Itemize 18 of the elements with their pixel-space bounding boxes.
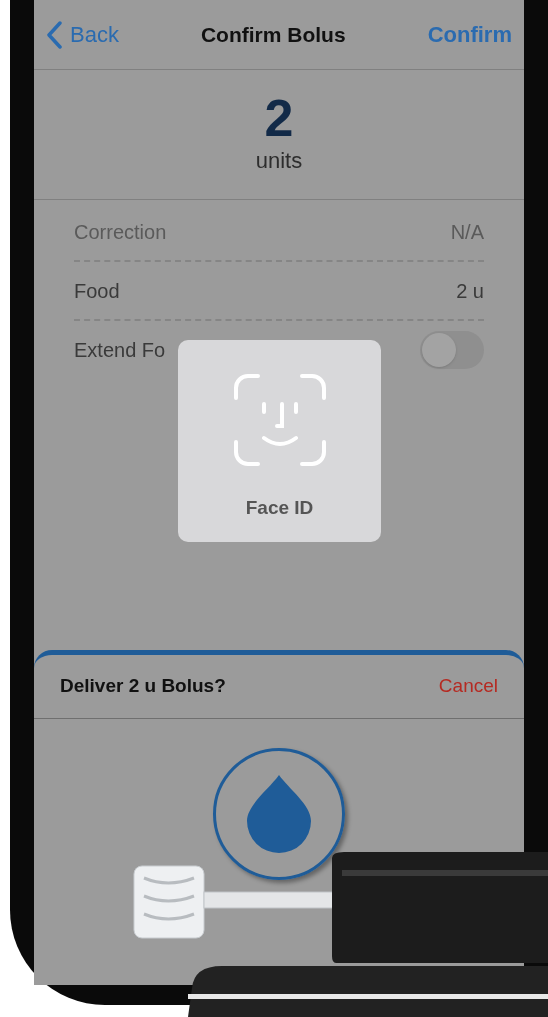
deliver-button[interactable] xyxy=(213,748,345,880)
sheet-title: Deliver 2 u Bolus? xyxy=(60,674,226,699)
face-id-label: Face ID xyxy=(245,496,314,520)
chevron-left-icon xyxy=(46,20,62,49)
confirm-button[interactable]: Confirm xyxy=(427,18,512,51)
row-value: N/A xyxy=(450,219,484,245)
cancel-button[interactable]: Cancel xyxy=(438,672,498,701)
row-value: 2 u xyxy=(456,278,484,304)
row-label: Correction xyxy=(74,219,167,245)
row-label: Food xyxy=(74,278,120,304)
back-button[interactable]: Back xyxy=(46,18,119,51)
screen-title: Confirm Bolus xyxy=(200,21,346,48)
drop-icon xyxy=(247,775,311,853)
amount-unit: units xyxy=(255,147,303,175)
toggle-switch[interactable] xyxy=(420,331,484,369)
row-label: Extend Fo xyxy=(74,338,166,363)
bolus-amount: 2 xyxy=(264,92,294,144)
face-id-icon xyxy=(231,372,328,468)
